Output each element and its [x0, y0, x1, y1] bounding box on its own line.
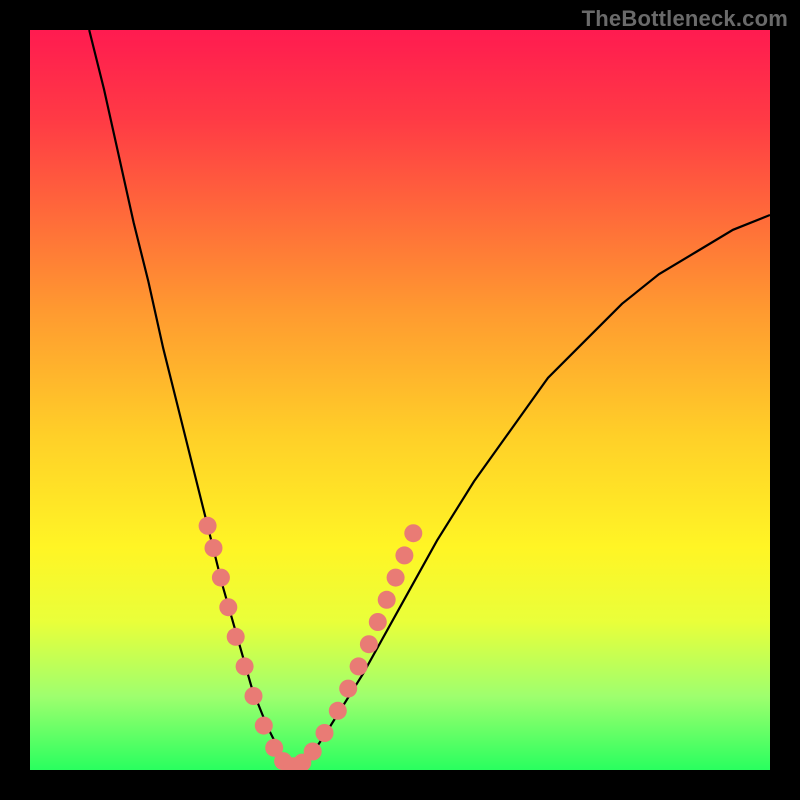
marker-dot	[205, 539, 223, 557]
marker-dot	[304, 743, 322, 761]
chart-frame: TheBottleneck.com	[0, 0, 800, 800]
watermark-text: TheBottleneck.com	[582, 6, 788, 32]
highlighted-points-group	[199, 517, 423, 770]
marker-dot	[404, 524, 422, 542]
marker-dot	[219, 598, 237, 616]
marker-dot	[212, 569, 230, 587]
marker-dot	[369, 613, 387, 631]
marker-dot	[395, 546, 413, 564]
curve-svg	[30, 30, 770, 770]
marker-dot	[339, 680, 357, 698]
marker-dot	[227, 628, 245, 646]
marker-dot	[316, 724, 334, 742]
marker-dot	[387, 569, 405, 587]
marker-dot	[329, 702, 347, 720]
marker-dot	[199, 517, 217, 535]
marker-dot	[255, 717, 273, 735]
marker-dot	[378, 591, 396, 609]
marker-dot	[245, 687, 263, 705]
marker-dot	[360, 635, 378, 653]
plot-area	[30, 30, 770, 770]
bottleneck-curve	[89, 30, 770, 770]
marker-dot	[350, 657, 368, 675]
marker-dot	[236, 657, 254, 675]
